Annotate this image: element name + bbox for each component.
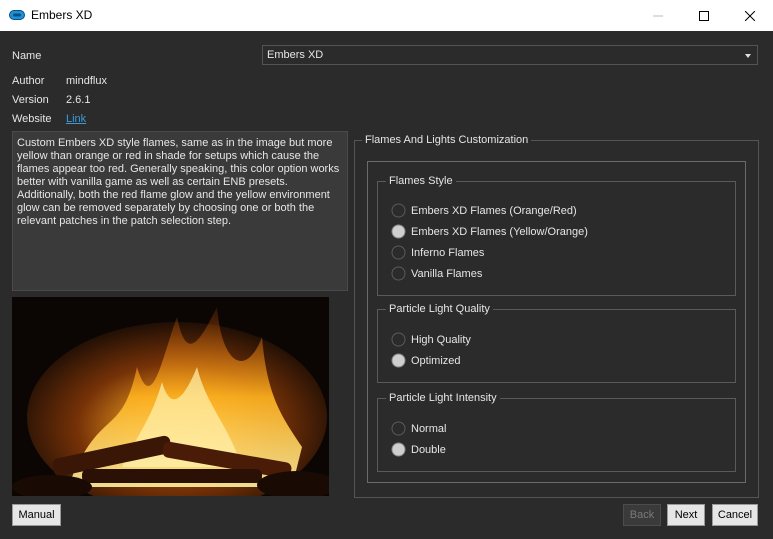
close-button[interactable] <box>727 0 773 31</box>
radio-selected-icon <box>391 353 406 368</box>
description-text: Custom Embers XD style flames, same as i… <box>17 137 340 227</box>
radio-optimized[interactable] <box>391 353 406 368</box>
particle-light-quality-group <box>377 309 736 383</box>
author-value: mindflux <box>66 75 107 87</box>
radio-high-quality[interactable] <box>391 332 406 347</box>
author-label: Author <box>12 75 45 87</box>
radio-embers-yellow-orange[interactable] <box>391 224 406 239</box>
window-title: Embers XD <box>31 8 93 22</box>
radio-empty-icon <box>391 421 406 436</box>
minimize-button[interactable] <box>635 0 681 31</box>
radio-label: Optimized <box>411 355 461 367</box>
chevron-down-icon <box>745 54 751 58</box>
manual-button[interactable]: Manual <box>12 504 61 526</box>
flames-style-title: Flames Style <box>386 175 456 187</box>
website-label: Website <box>12 113 52 125</box>
radio-double[interactable] <box>391 442 406 457</box>
radio-label: Inferno Flames <box>411 247 485 259</box>
radio-embers-orange-red[interactable] <box>391 203 406 218</box>
website-link[interactable]: Link <box>66 113 86 125</box>
particle-light-intensity-group <box>377 398 736 472</box>
radio-label: High Quality <box>411 334 471 346</box>
preview-image <box>12 297 329 496</box>
radio-label: Double <box>411 444 446 456</box>
minimize-icon <box>653 15 663 16</box>
particle-light-quality-title: Particle Light Quality <box>386 303 493 315</box>
version-value: 2.6.1 <box>66 94 91 106</box>
radio-selected-icon <box>391 224 406 239</box>
next-button[interactable]: Next <box>667 504 705 526</box>
installer-content: Name Embers XD Author mindflux Version 2… <box>0 31 773 539</box>
radio-selected-icon <box>391 442 406 457</box>
radio-normal[interactable] <box>391 421 406 436</box>
customization-title: Flames And Lights Customization <box>362 134 532 146</box>
radio-label: Embers XD Flames (Orange/Red) <box>411 205 577 217</box>
maximize-button[interactable] <box>681 0 727 31</box>
radio-empty-icon <box>391 245 406 260</box>
name-label: Name <box>12 50 42 62</box>
radio-label: Vanilla Flames <box>411 268 483 280</box>
app-logo-icon <box>9 10 25 20</box>
version-label: Version <box>12 94 49 106</box>
fire-image <box>12 297 329 496</box>
close-icon <box>745 10 755 21</box>
back-button[interactable]: Back <box>623 504 661 526</box>
name-select-value: Embers XD <box>267 49 324 61</box>
radio-label: Normal <box>411 423 447 435</box>
title-bar: Embers XD <box>0 0 773 32</box>
radio-empty-icon <box>391 203 406 218</box>
particle-light-intensity-title: Particle Light Intensity <box>386 392 500 404</box>
name-select[interactable]: Embers XD <box>262 45 758 65</box>
cancel-button[interactable]: Cancel <box>712 504 758 526</box>
radio-label: Embers XD Flames (Yellow/Orange) <box>411 226 588 238</box>
radio-empty-icon <box>391 266 406 281</box>
radio-empty-icon <box>391 332 406 347</box>
description-box: Custom Embers XD style flames, same as i… <box>12 131 348 291</box>
radio-inferno-flames[interactable] <box>391 245 406 260</box>
radio-vanilla-flames[interactable] <box>391 266 406 281</box>
maximize-icon <box>699 10 709 21</box>
